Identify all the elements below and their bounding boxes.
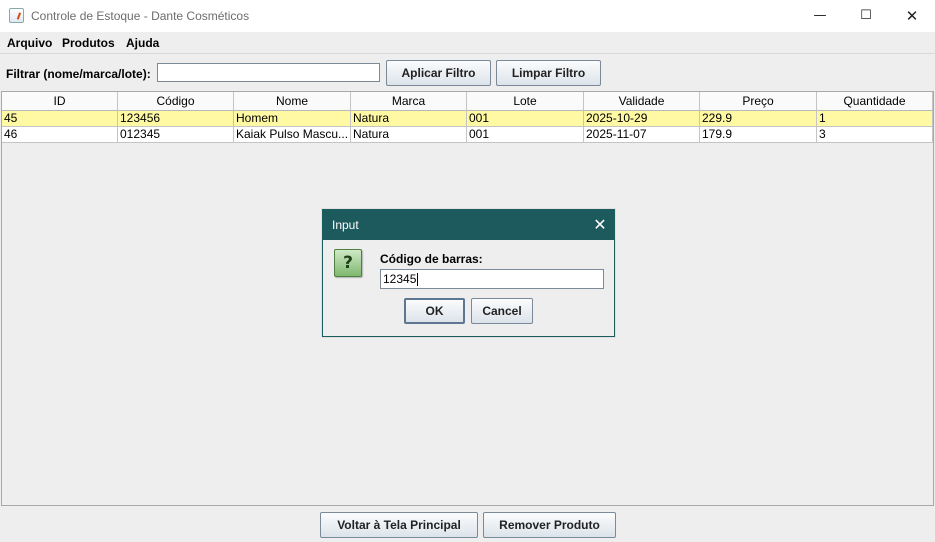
- cell-validade[interactable]: 2025-10-29: [584, 111, 700, 127]
- column-header-preco[interactable]: Preço: [700, 92, 817, 111]
- input-dialog: Input ✕ ? Código de barras: 12345 OK Can…: [322, 209, 615, 337]
- barcode-input[interactable]: 12345: [380, 269, 604, 289]
- menu-bar: Arquivo Produtos Ajuda: [0, 32, 935, 54]
- java-app-icon: [9, 8, 24, 23]
- barcode-label: Código de barras:: [380, 252, 483, 266]
- maximize-button[interactable]: ☐: [843, 0, 889, 32]
- cell-quantidade[interactable]: 3: [817, 127, 933, 143]
- column-header-quantidade[interactable]: Quantidade: [817, 92, 933, 111]
- menu-ajuda[interactable]: Ajuda: [126, 36, 159, 50]
- cell-codigo[interactable]: 123456: [118, 111, 234, 127]
- back-to-main-button[interactable]: Voltar à Tela Principal: [320, 512, 478, 538]
- question-icon: ?: [334, 249, 362, 277]
- cell-lote[interactable]: 001: [467, 127, 584, 143]
- ok-button[interactable]: OK: [404, 298, 465, 324]
- cell-nome[interactable]: Kaiak Pulso Mascu...: [234, 127, 351, 143]
- cell-marca[interactable]: Natura: [351, 127, 467, 143]
- dialog-close-button[interactable]: ✕: [589, 214, 611, 236]
- window-title: Controle de Estoque - Dante Cosméticos: [31, 9, 250, 23]
- cell-quantidade[interactable]: 1: [817, 111, 933, 127]
- apply-filter-button[interactable]: Aplicar Filtro: [386, 60, 491, 86]
- table-row[interactable]: 46 012345 Kaiak Pulso Mascu... Natura 00…: [2, 127, 933, 143]
- table-header: ID Código Nome Marca Lote Validade Preço…: [2, 92, 933, 111]
- menu-arquivo[interactable]: Arquivo: [7, 36, 52, 50]
- clear-filter-button[interactable]: Limpar Filtro: [496, 60, 601, 86]
- minimize-button[interactable]: —: [797, 0, 843, 32]
- column-header-codigo[interactable]: Código: [118, 92, 234, 111]
- barcode-input-value: 12345: [383, 272, 417, 286]
- cell-id[interactable]: 46: [2, 127, 118, 143]
- column-header-lote[interactable]: Lote: [467, 92, 584, 111]
- cancel-button[interactable]: Cancel: [471, 298, 533, 324]
- dialog-title: Input: [332, 218, 359, 232]
- column-header-id[interactable]: ID: [2, 92, 118, 111]
- cell-preco[interactable]: 179.9: [700, 127, 817, 143]
- dialog-titlebar[interactable]: Input ✕: [323, 210, 614, 240]
- text-caret: [417, 273, 419, 287]
- table-row-selected[interactable]: 45 123456 Homem Natura 001 2025-10-29 22…: [2, 111, 933, 127]
- column-header-validade[interactable]: Validade: [584, 92, 700, 111]
- column-header-marca[interactable]: Marca: [351, 92, 467, 111]
- cell-nome[interactable]: Homem: [234, 111, 351, 127]
- cell-preco[interactable]: 229.9: [700, 111, 817, 127]
- cell-marca[interactable]: Natura: [351, 111, 467, 127]
- cell-codigo[interactable]: 012345: [118, 127, 234, 143]
- cell-id[interactable]: 45: [2, 111, 118, 127]
- cell-lote[interactable]: 001: [467, 111, 584, 127]
- remove-product-button[interactable]: Remover Produto: [483, 512, 616, 538]
- window-titlebar: Controle de Estoque - Dante Cosméticos —…: [0, 0, 935, 32]
- close-button[interactable]: ✕: [889, 0, 935, 32]
- column-header-nome[interactable]: Nome: [234, 92, 351, 111]
- menu-produtos[interactable]: Produtos: [62, 36, 115, 50]
- filter-label: Filtrar (nome/marca/lote):: [6, 67, 151, 81]
- filter-input[interactable]: [157, 63, 380, 82]
- cell-validade[interactable]: 2025-11-07: [584, 127, 700, 143]
